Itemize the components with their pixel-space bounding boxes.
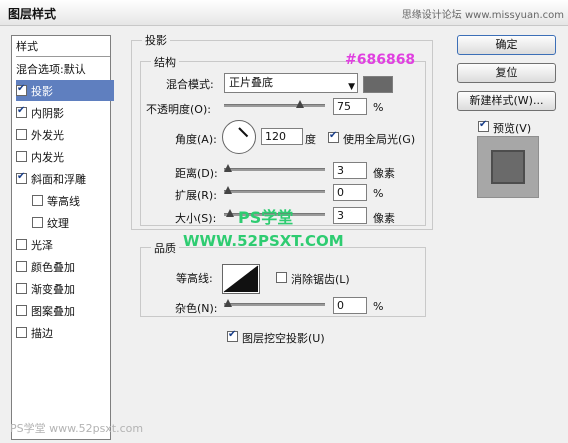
footer-watermark: PS学堂 www.52psxt.com: [10, 422, 144, 435]
size-slider-thumb[interactable]: [226, 209, 234, 217]
style-item-checkbox[interactable]: [32, 217, 43, 228]
size-unit: 像素: [373, 212, 395, 225]
style-item[interactable]: 描边: [16, 322, 114, 343]
distance-slider[interactable]: [224, 168, 325, 171]
chevron-down-icon: ▼: [348, 82, 355, 92]
style-item[interactable]: 斜面和浮雕: [16, 168, 114, 189]
title-bar: 图层样式 思缘设计论坛 www.missyuan.com: [0, 0, 568, 26]
angle-input[interactable]: 120: [261, 128, 303, 145]
noise-input[interactable]: 0: [333, 297, 367, 314]
style-item-label: 渐变叠加: [31, 282, 75, 296]
spread-slider[interactable]: [224, 190, 325, 193]
style-item-label: 内发光: [31, 150, 64, 164]
contour-label: 等高线:: [176, 272, 213, 285]
style-item[interactable]: 图案叠加: [16, 300, 114, 321]
style-item[interactable]: 投影: [16, 80, 114, 101]
style-item-checkbox[interactable]: [16, 283, 27, 294]
opacity-slider[interactable]: [224, 104, 325, 107]
ps-watermark: PS学堂: [238, 208, 294, 227]
structure-title: 结构: [151, 54, 179, 70]
style-item-checkbox[interactable]: [16, 171, 27, 184]
spread-unit: %: [373, 187, 384, 200]
style-item-checkbox[interactable]: [16, 129, 27, 140]
distance-input[interactable]: 3: [333, 162, 367, 179]
style-item[interactable]: 颜色叠加: [16, 256, 114, 277]
noise-slider[interactable]: [224, 303, 325, 306]
style-item[interactable]: 内发光: [16, 146, 114, 167]
size-label: 大小(S):: [175, 212, 217, 225]
spread-slider-thumb[interactable]: [224, 186, 232, 194]
style-item-label: 纹理: [47, 216, 69, 230]
preview-square: [491, 150, 525, 184]
spread-input[interactable]: 0: [333, 184, 367, 201]
distance-slider-thumb[interactable]: [224, 164, 232, 172]
style-preview: [477, 136, 539, 198]
shadow-color-swatch[interactable]: [363, 76, 393, 93]
global-light-checkbox[interactable]: [328, 130, 339, 143]
knockout-label: 图层挖空投影(U): [242, 332, 325, 345]
style-item-label: 图案叠加: [31, 304, 75, 318]
style-list: 样式 混合选项:默认 投影内阴影外发光内发光斜面和浮雕等高线纹理光泽颜色叠加渐变…: [11, 35, 114, 440]
style-item-checkbox[interactable]: [16, 327, 27, 338]
angle-unit: 度: [305, 133, 316, 146]
style-item-checkbox[interactable]: [16, 151, 27, 162]
quality-title: 品质: [151, 240, 179, 256]
style-item[interactable]: 内阴影: [16, 102, 114, 123]
blend-mode-select[interactable]: 正片叠底 ▼: [224, 73, 358, 93]
opacity-slider-thumb[interactable]: [296, 100, 304, 108]
knockout-checkbox[interactable]: [227, 329, 238, 342]
style-item-label: 颜色叠加: [31, 260, 75, 274]
noise-unit: %: [373, 300, 384, 313]
style-item-checkbox[interactable]: [16, 305, 27, 316]
style-item-checkbox[interactable]: [16, 83, 27, 96]
style-item-label: 描边: [31, 326, 53, 340]
style-item[interactable]: 纹理: [32, 212, 130, 233]
watermark: 思缘设计论坛 www.missyuan.com: [401, 10, 564, 21]
style-item-label: 外发光: [31, 128, 64, 142]
window-title: 图层样式: [8, 7, 57, 21]
opacity-unit: %: [373, 101, 384, 114]
opacity-label: 不透明度(O):: [146, 103, 211, 116]
preview-label: 预览(V): [493, 122, 532, 135]
distance-unit: 像素: [373, 167, 395, 180]
style-item-label: 斜面和浮雕: [31, 172, 86, 186]
color-hex-annotation: #686868: [345, 52, 416, 68]
style-item-checkbox[interactable]: [32, 195, 43, 206]
blend-mode-label: 混合模式:: [166, 78, 214, 91]
style-item-label: 光泽: [31, 238, 53, 252]
style-item[interactable]: 渐变叠加: [16, 278, 114, 299]
style-item[interactable]: 等高线: [32, 190, 130, 211]
noise-slider-thumb[interactable]: [224, 299, 232, 307]
spread-label: 扩展(R):: [175, 189, 217, 202]
antialias-label: 消除锯齿(L): [291, 273, 350, 286]
noise-label: 杂色(N):: [175, 302, 218, 315]
ok-button[interactable]: 确定: [457, 35, 556, 55]
chevron-down-icon[interactable]: ▼: [250, 270, 257, 280]
global-light-label: 使用全局光(G): [343, 133, 416, 146]
style-item-checkbox[interactable]: [16, 261, 27, 272]
new-style-button[interactable]: 新建样式(W)...: [457, 91, 556, 111]
preview-checkbox[interactable]: [478, 119, 489, 132]
style-item-label: 投影: [31, 84, 53, 98]
shadow-group-title: 投影: [142, 32, 170, 48]
style-item[interactable]: 光泽: [16, 234, 114, 255]
style-item-checkbox[interactable]: [16, 239, 27, 250]
style-item-label: 内阴影: [31, 106, 64, 120]
distance-label: 距离(D):: [175, 167, 218, 180]
styles-header[interactable]: 样式: [16, 36, 110, 57]
style-item-checkbox[interactable]: [16, 105, 27, 118]
reset-button[interactable]: 复位: [457, 63, 556, 83]
size-input[interactable]: 3: [333, 207, 367, 224]
blend-mode-value: 正片叠底: [229, 76, 273, 89]
angle-label: 角度(A):: [175, 133, 217, 146]
style-item[interactable]: 外发光: [16, 124, 114, 145]
angle-dial[interactable]: [222, 120, 256, 154]
style-item-label: 等高线: [47, 194, 80, 208]
opacity-input[interactable]: 75: [333, 98, 367, 115]
blend-options-item[interactable]: 混合选项:默认: [16, 58, 114, 79]
antialias-checkbox[interactable]: [276, 272, 287, 283]
